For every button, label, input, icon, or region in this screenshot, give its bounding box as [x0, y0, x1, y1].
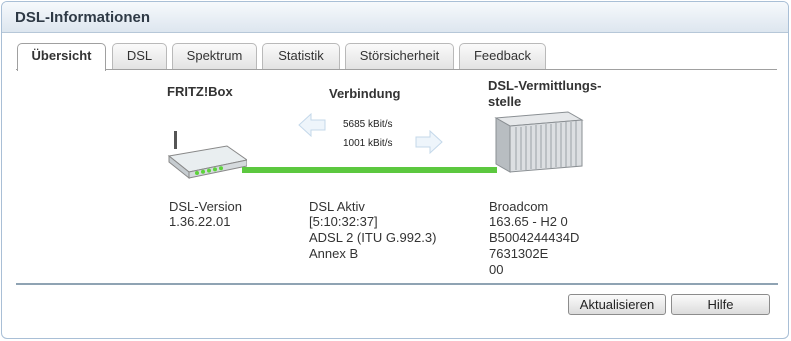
- tab-feedback[interactable]: Feedback: [459, 43, 546, 69]
- exchange-line-3: B5004244434D: [489, 230, 580, 245]
- refresh-button[interactable]: Aktualisieren: [568, 294, 666, 315]
- tab-stoersicherheit[interactable]: Störsicherheit: [345, 43, 454, 69]
- arrow-right-icon: [415, 129, 443, 155]
- connection-line-3: ADSL 2 (ITU G.992.3): [309, 230, 437, 245]
- tab-uebersicht[interactable]: Übersicht: [17, 43, 106, 71]
- tab-dsl[interactable]: DSL: [112, 43, 167, 69]
- exchange-rack-icon: [492, 110, 584, 174]
- exchange-header-1: DSL-Vermittlungs-: [488, 78, 602, 93]
- exchange-line-4: 7631302E: [489, 246, 549, 261]
- window-title: DSL-Informationen: [2, 2, 788, 33]
- dsl-info-window: DSL-Informationen Übersicht DSL Spektrum…: [1, 1, 789, 339]
- connection-line: [242, 167, 497, 173]
- connection-line-4: Annex B: [309, 246, 359, 261]
- tab-statistik[interactable]: Statistik: [262, 43, 340, 69]
- panel-divider: [16, 283, 778, 285]
- help-button[interactable]: Hilfe: [671, 294, 770, 315]
- overview-panel: [16, 69, 777, 284]
- exchange-line-1: Broadcom: [489, 199, 549, 214]
- connection-line-1: DSL Aktiv: [309, 199, 365, 214]
- connection-line-2: [5:10:32:37]: [309, 214, 378, 229]
- exchange-line-5: 00: [489, 262, 504, 277]
- connection-header: Verbindung: [329, 86, 401, 101]
- upstream-rate: 1001 kBit/s: [343, 138, 393, 149]
- fritzbox-line-2: 1.36.22.01: [169, 214, 231, 229]
- exchange-line-2: 163.65 - H2 0: [489, 214, 568, 229]
- tab-spektrum[interactable]: Spektrum: [172, 43, 257, 69]
- fritzbox-line-1: DSL-Version: [169, 199, 242, 214]
- fritzbox-header: FRITZ!Box: [167, 84, 233, 99]
- exchange-header-2: stelle: [488, 94, 522, 109]
- downstream-rate: 5685 kBit/s: [343, 119, 393, 130]
- arrow-left-icon: [298, 112, 326, 138]
- fritzbox-router-icon: [165, 128, 249, 182]
